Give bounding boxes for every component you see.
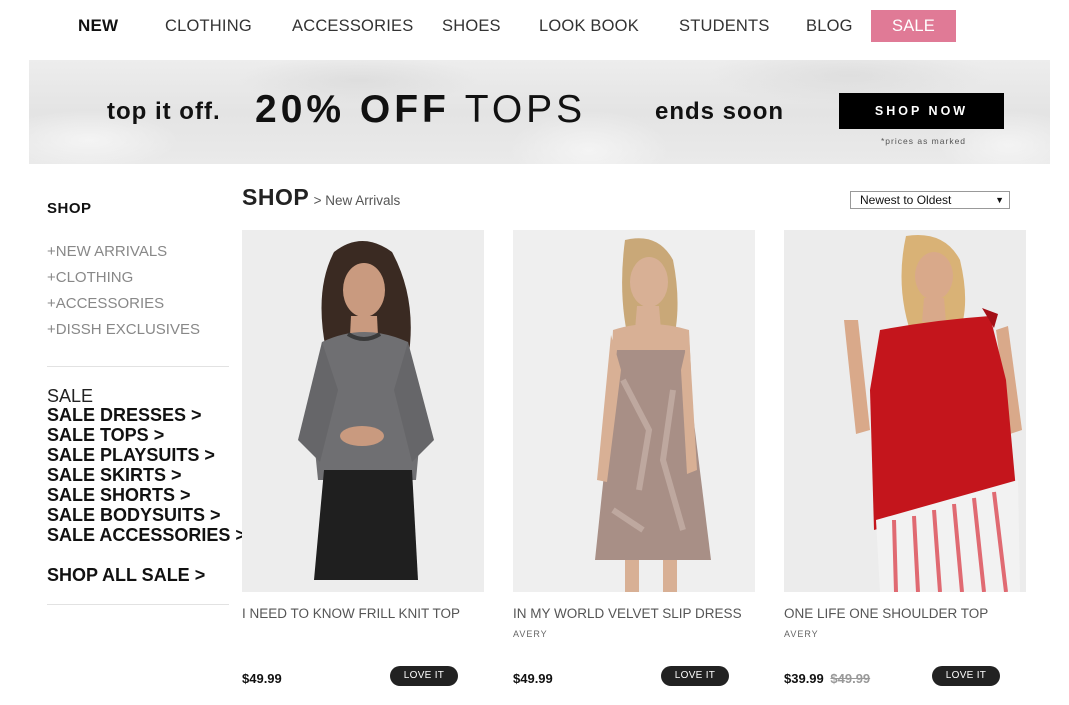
love-it-button[interactable]: LOVE IT xyxy=(661,666,729,686)
product-photo-knit-top xyxy=(242,230,484,592)
sidebar-title: SHOP xyxy=(47,200,92,217)
sidebar-item-shop-all-sale[interactable]: SHOP ALL SALE > xyxy=(47,565,205,586)
nav-item-blog[interactable]: BLOG xyxy=(806,10,853,42)
sidebar-item-sale-shorts[interactable]: SALE SHORTS > xyxy=(47,485,191,506)
product-price: $49.99 xyxy=(513,671,553,686)
promo-banner[interactable]: top it off. 20% OFF TOPS ends soon SHOP … xyxy=(29,60,1050,164)
product-photo-velvet-slip xyxy=(513,230,755,592)
product-name[interactable]: I NEED TO KNOW FRILL KNIT TOP xyxy=(242,606,460,621)
product-image[interactable] xyxy=(242,230,484,592)
sidebar-item-sale-tops[interactable]: SALE TOPS > xyxy=(47,425,164,446)
love-it-button[interactable]: LOVE IT xyxy=(932,666,1000,686)
sidebar-item-sale-dresses[interactable]: SALE DRESSES > xyxy=(47,405,202,426)
product-brand: AVERY xyxy=(784,629,819,639)
nav-item-new[interactable]: NEW xyxy=(78,10,118,42)
shop-now-button[interactable]: SHOP NOW xyxy=(839,93,1004,129)
sidebar-item-dissh-exclusives[interactable]: +DISSH EXCLUSIVES xyxy=(47,321,200,338)
shop-heading: SHOP xyxy=(242,184,310,210)
banner-ends-soon: ends soon xyxy=(655,98,785,125)
sort-select[interactable]: Newest to Oldest ▼ xyxy=(850,191,1010,209)
nav-item-shoes[interactable]: SHOES xyxy=(442,10,501,42)
top-navigation: NEW CLOTHING ACCESSORIES SHOES LOOK BOOK… xyxy=(0,0,1069,52)
product-price: $39.99 $49.99 xyxy=(784,671,870,686)
banner-tagline: top it off. xyxy=(107,98,221,125)
sidebar-item-sale-bodysuits[interactable]: SALE BODYSUITS > xyxy=(47,505,221,526)
product-price: $49.99 xyxy=(242,671,282,686)
current-price: $49.99 xyxy=(513,671,553,686)
product-brand: AVERY xyxy=(513,629,548,639)
nav-item-students[interactable]: STUDENTS xyxy=(679,10,770,42)
banner-note: *prices as marked xyxy=(881,136,967,146)
nav-item-look-book[interactable]: LOOK BOOK xyxy=(539,10,639,42)
sort-selected-value: Newest to Oldest xyxy=(860,193,952,207)
nav-item-sale[interactable]: SALE xyxy=(871,10,956,42)
product-name[interactable]: ONE LIFE ONE SHOULDER TOP xyxy=(784,606,988,621)
current-price: $49.99 xyxy=(242,671,282,686)
original-price: $49.99 xyxy=(830,671,871,686)
sidebar-item-sale-skirts[interactable]: SALE SKIRTS > xyxy=(47,465,182,486)
page-title: SHOP > New Arrivals xyxy=(242,184,400,211)
banner-category: TOPS xyxy=(464,88,587,131)
product-image[interactable] xyxy=(513,230,755,592)
love-it-button[interactable]: LOVE IT xyxy=(390,666,458,686)
breadcrumb[interactable]: > New Arrivals xyxy=(314,193,401,208)
product-name[interactable]: IN MY WORLD VELVET SLIP DRESS xyxy=(513,606,742,621)
sidebar-item-sale-playsuits[interactable]: SALE PLAYSUITS > xyxy=(47,445,215,466)
chevron-down-icon: ▼ xyxy=(995,195,1004,205)
sidebar-item-clothing[interactable]: +CLOTHING xyxy=(47,269,133,286)
nav-item-accessories[interactable]: ACCESSORIES xyxy=(292,10,413,42)
current-price: $39.99 xyxy=(784,671,824,686)
sidebar-divider xyxy=(47,366,229,367)
product-photo-one-shoulder xyxy=(784,230,1026,592)
banner-headline: 20% OFF TOPS xyxy=(255,88,586,132)
sidebar-item-sale-accessories[interactable]: SALE ACCESSORIES > xyxy=(47,525,246,546)
sidebar-sale-heading: SALE xyxy=(47,386,94,406)
sidebar-item-accessories[interactable]: +ACCESSORIES xyxy=(47,295,164,312)
sidebar-item-new-arrivals[interactable]: +NEW ARRIVALS xyxy=(47,243,167,260)
product-image[interactable] xyxy=(784,230,1026,592)
sidebar-divider-bottom xyxy=(47,604,229,605)
nav-item-clothing[interactable]: CLOTHING xyxy=(165,10,252,42)
banner-discount: 20% OFF xyxy=(255,88,450,131)
